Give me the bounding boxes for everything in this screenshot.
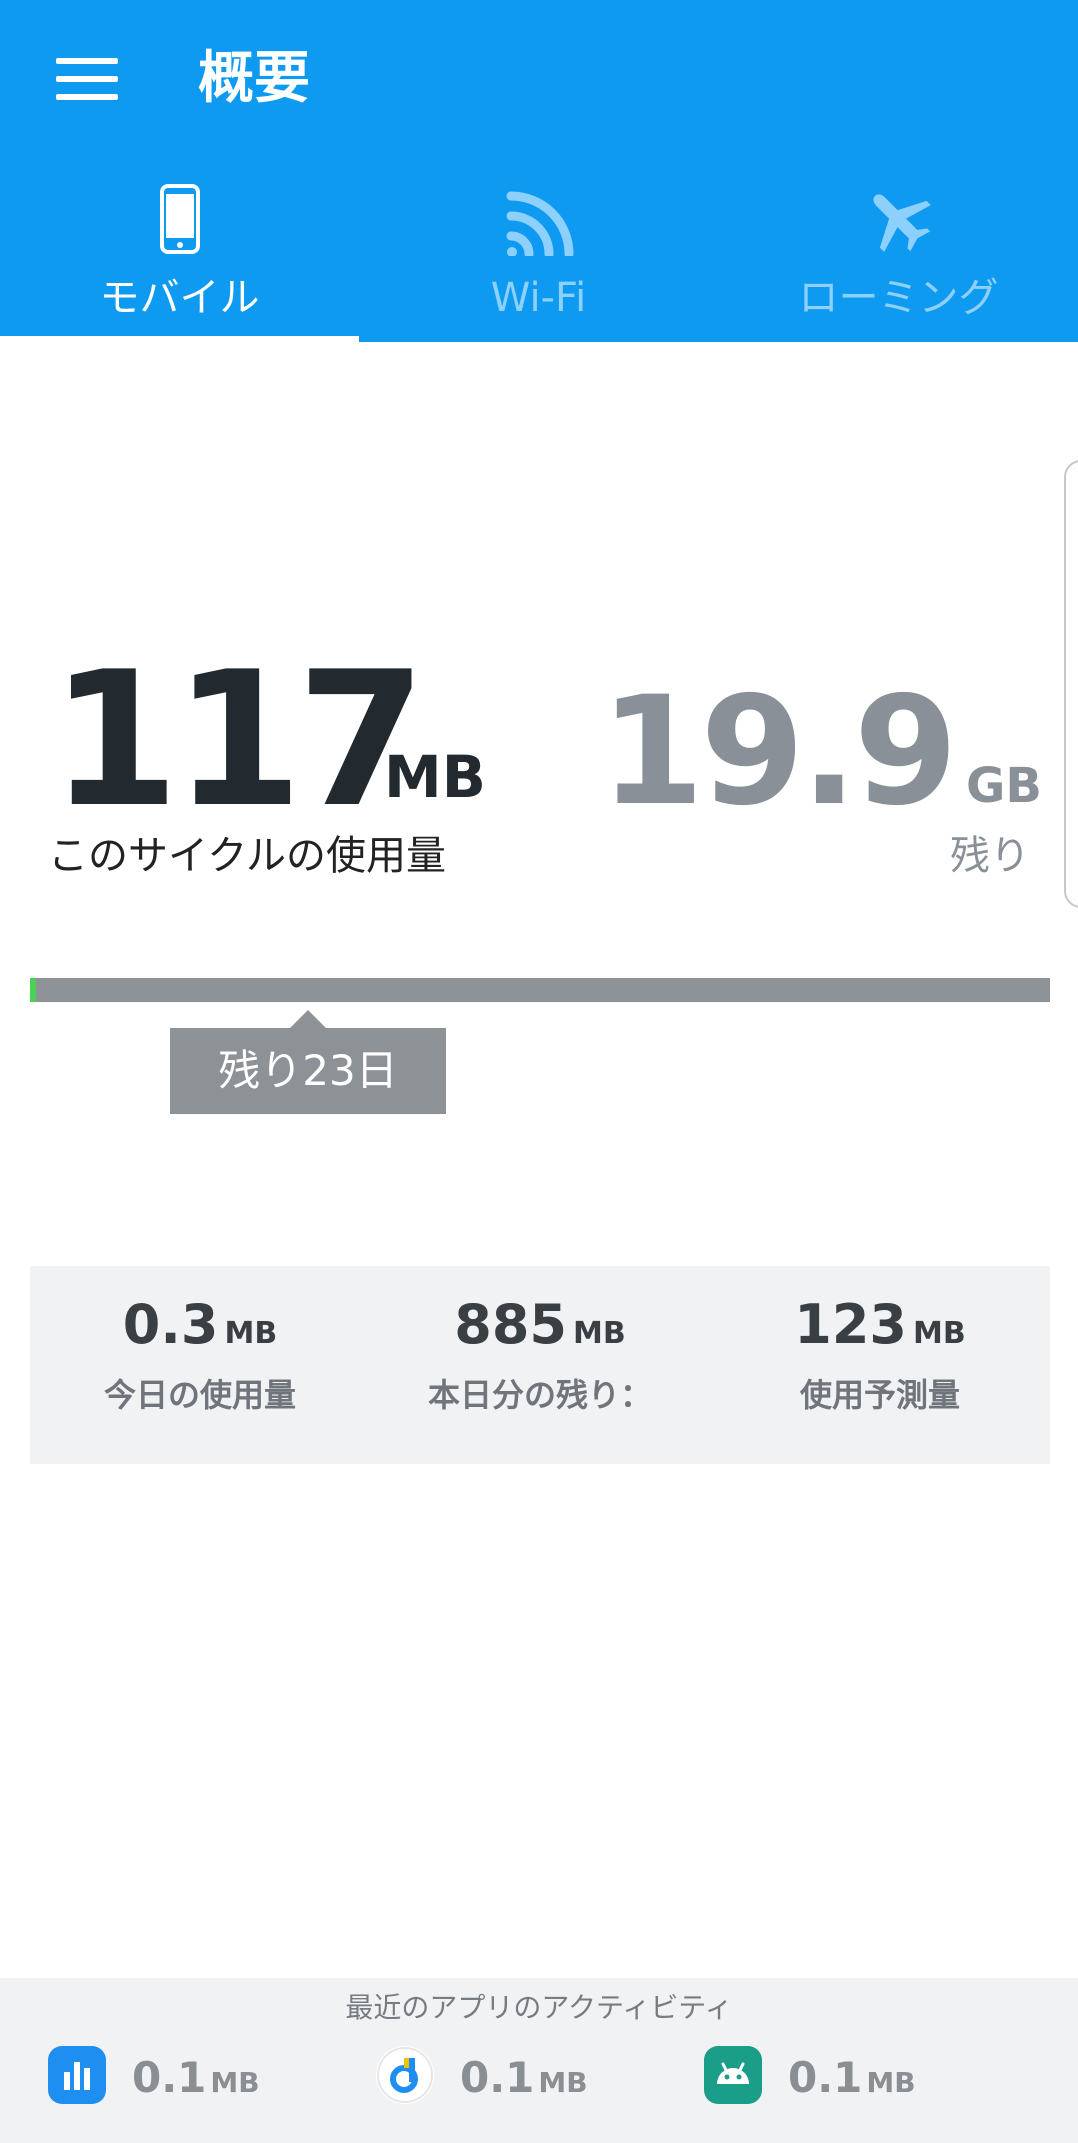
android-icon — [704, 2046, 762, 2104]
stat-unit: MB — [913, 1316, 966, 1351]
activity-title: 最近のアプリのアクティビティ — [345, 1991, 733, 2024]
stat-label: 本日分の残り： — [427, 1376, 652, 1414]
tab-indicator — [0, 336, 359, 342]
app-header: 概要 モバイル Wi-Fi ローミング — [0, 0, 1078, 342]
used-label: このサイクルの使用量 — [48, 833, 446, 879]
app-usage-unit: MB — [538, 2066, 588, 2099]
tab-mobile[interactable]: モバイル — [0, 178, 359, 338]
airplane-icon — [862, 184, 936, 260]
tab-wifi-label: Wi-Fi — [490, 275, 587, 321]
used-unit: MB — [384, 743, 486, 811]
tab-roaming[interactable]: ローミング — [719, 178, 1078, 338]
circle-app-icon — [376, 2046, 434, 2104]
used-value: 117 — [50, 631, 426, 848]
app-usage-unit: MB — [866, 2066, 916, 2099]
app-usage-value: 0.1 — [132, 2053, 207, 2102]
edge-panel-handle[interactable] — [1064, 460, 1078, 908]
app-usage-unit: MB — [210, 2066, 260, 2099]
stat-label: 今日の使用量 — [103, 1376, 296, 1414]
smartphone-icon — [159, 184, 200, 258]
wifi-icon — [503, 186, 575, 260]
usage-stats-panel: 0.3 MB 今日の使用量 885 MB 本日分の残り： 123 MB 使用予測量 — [30, 1266, 1050, 1464]
days-left-pointer — [290, 1010, 326, 1028]
stat-value: 0.3 — [122, 1293, 219, 1356]
recent-app-activity[interactable]: 最近のアプリのアクティビティ 0.1 MB 0.1 MB 0.1 MB — [0, 1978, 1078, 2143]
stat-today-usage: 0.3 MB 今日の使用量 — [30, 1290, 370, 1417]
menu-icon[interactable] — [56, 56, 118, 102]
stat-unit: MB — [224, 1316, 278, 1351]
remaining-label: 残り — [950, 833, 1030, 879]
tab-mobile-label: モバイル — [99, 275, 260, 321]
app-usage-value: 0.1 — [788, 2053, 863, 2102]
stat-value: 123 — [794, 1293, 907, 1356]
cycle-progress-fill — [30, 978, 37, 1002]
days-left-badge: 残り23日 — [170, 1028, 446, 1114]
tab-wifi[interactable]: Wi-Fi — [359, 178, 718, 338]
app-usage-value: 0.1 — [460, 2053, 535, 2102]
remaining-value: 19.9 — [599, 665, 958, 839]
page-title: 概要 — [198, 46, 310, 111]
tab-roaming-label: ローミング — [798, 275, 999, 321]
data-usage-app-icon — [48, 2046, 106, 2104]
stat-unit: MB — [573, 1316, 626, 1351]
stat-value: 885 — [454, 1293, 567, 1356]
remaining-unit: GB — [966, 758, 1042, 814]
stat-today-remaining: 885 MB 本日分の残り： — [370, 1290, 710, 1417]
stat-projected-usage: 123 MB 使用予測量 — [710, 1290, 1050, 1417]
stat-label: 使用予測量 — [799, 1376, 960, 1414]
cycle-progress-bar — [30, 978, 1050, 1002]
